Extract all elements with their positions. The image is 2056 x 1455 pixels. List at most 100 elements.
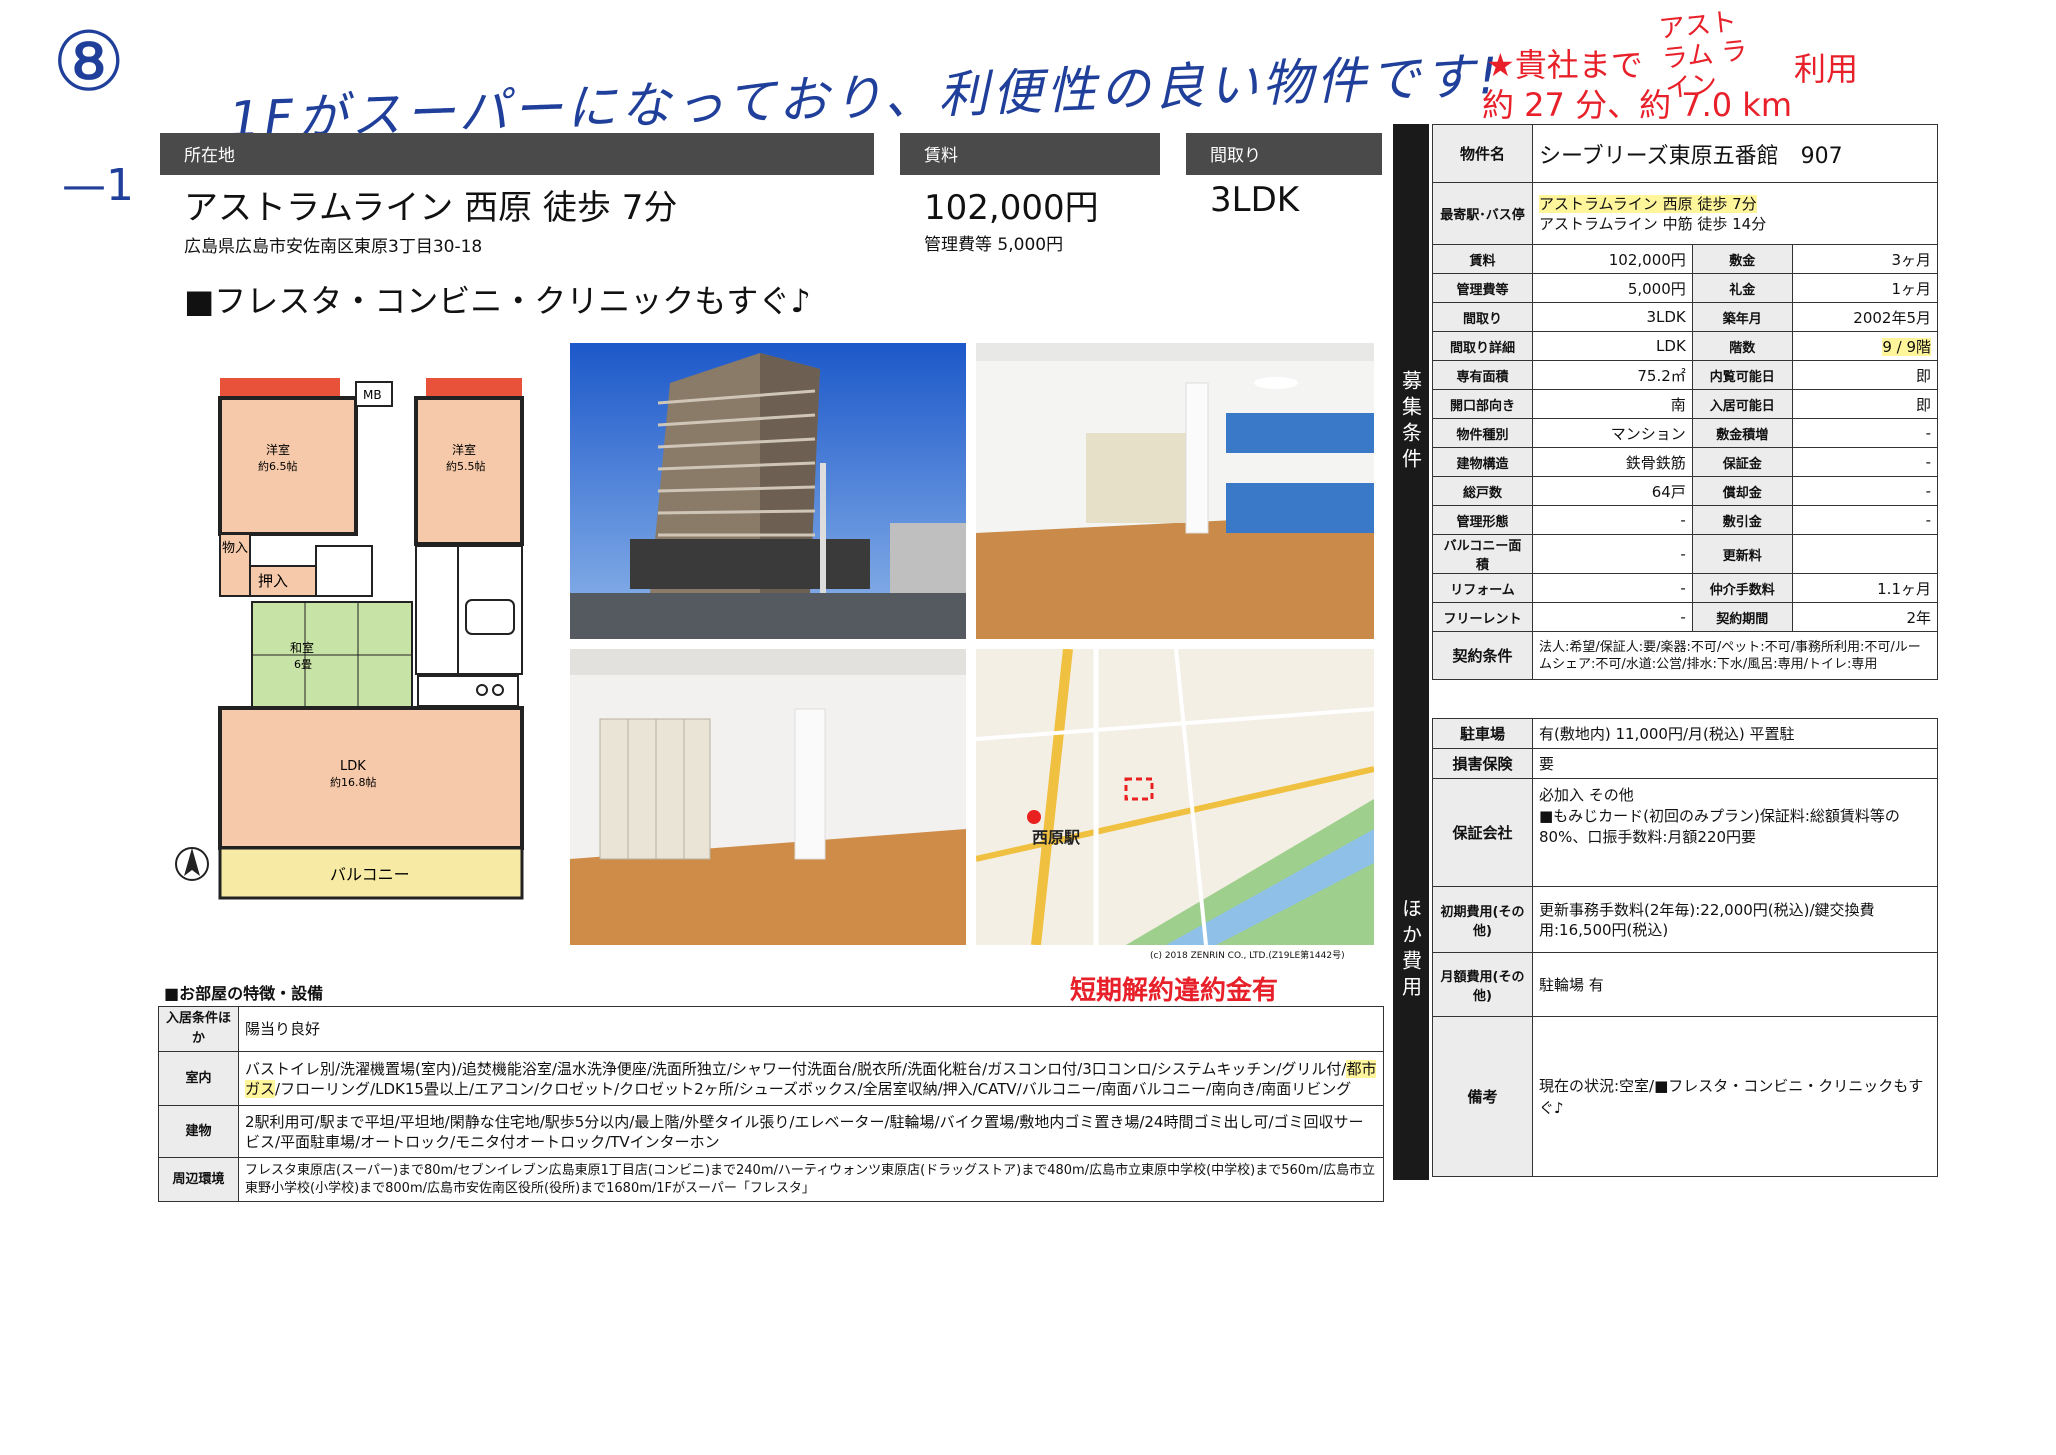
spec-label-left: 物件種別 — [1432, 418, 1533, 448]
layout-header: 間取り — [1186, 133, 1382, 175]
spec-label-left: 管理形態 — [1432, 505, 1533, 535]
spec-label-right: 償却金 — [1691, 476, 1793, 506]
spec-label-left: 賃料 — [1432, 244, 1533, 274]
short-term-penalty-note: 短期解約違約金有 — [1070, 976, 1279, 1006]
feature-label-building: 建物 — [158, 1105, 239, 1158]
parking: 有(敷地内) 11,000円/月(税込) 平置駐 — [1532, 718, 1938, 749]
spec-value-right: 2年 — [1791, 602, 1939, 632]
cost-table: 駐車場 有(敷地内) 11,000円/月(税込) 平置駐 損害保険要 保証会社 必加… — [1432, 718, 1938, 1177]
features-table: 入居条件ほか 陽当り良好 室内 バストイレ別/洗濯機置場(室内)/追焚機能浴室/温… — [158, 1006, 1384, 1202]
monthly-cost-label: 月額費用(その他) — [1432, 952, 1533, 1017]
spec-value-right: 即 — [1791, 389, 1939, 419]
guarantor-label: 保証会社 — [1432, 778, 1533, 887]
spec-row: 物件種別 マンション 敷金積増 - — [1432, 418, 1939, 448]
spec-value-right: 即 — [1791, 360, 1939, 390]
spec-value-left: 3LDK — [1532, 302, 1693, 332]
insurance: 要 — [1532, 748, 1938, 779]
map-station-label: 西原駅 — [1032, 828, 1081, 847]
spec-row: 賃料 102,000円 敷金 3ヶ月 — [1432, 244, 1939, 274]
feature-building: 2駅利用可/駅まで平坦/平坦地/閑静な住宅地/駅歩5分以内/最上階/外壁タイル張… — [238, 1105, 1384, 1158]
spec-label-right: 契約期間 — [1691, 602, 1793, 632]
spec-value-left: 75.2㎡ — [1532, 360, 1693, 390]
spec-row: 間取り 3LDK 築年月 2002年5月 — [1432, 302, 1939, 332]
spec-value-right: - — [1791, 476, 1939, 506]
washitsu-size: 6畳 — [294, 658, 312, 671]
spec-row: バルコニー面積 - 更新料 — [1432, 534, 1939, 574]
spec-label-right: 仲介手数料 — [1691, 573, 1793, 603]
side-label-other-costs: ほか費用 — [1393, 720, 1429, 1180]
mb-label: MB — [363, 388, 382, 402]
spec-value-right: - — [1791, 505, 1939, 535]
ldk-label: LDK — [340, 759, 366, 774]
spec-label-right: 築年月 — [1691, 302, 1793, 332]
compass-icon — [175, 847, 209, 881]
spec-value-left: - — [1532, 602, 1693, 632]
spec-label-right: 階数 — [1691, 331, 1793, 361]
spec-label-left: バルコニー面積 — [1432, 534, 1533, 574]
area-map: 西原駅 — [976, 649, 1374, 945]
feature-label-interior: 室内 — [158, 1051, 239, 1106]
spec-value-left: マンション — [1532, 418, 1693, 448]
features-title: ■お部屋の特徴・設備 — [164, 984, 324, 1003]
spec-row: フリーレント - 契約期間 2年 — [1432, 602, 1939, 632]
spec-label-left: 間取り — [1432, 302, 1533, 332]
spec-label-left: 管理費等 — [1432, 273, 1533, 303]
remarks-label: 備考 — [1432, 1016, 1533, 1177]
spec-value-right: 3ヶ月 — [1791, 244, 1939, 274]
spec-row: 管理費等 5,000円 礼金 1ヶ月 — [1432, 273, 1939, 303]
spec-label-right: 敷引金 — [1691, 505, 1793, 535]
spec-value-left: 5,000円 — [1532, 273, 1693, 303]
spec-row: 開口部向き南入居可能日即 — [1432, 389, 1939, 419]
spec-label-right: 更新料 — [1691, 534, 1793, 574]
feature-label-surroundings: 周辺環境 — [158, 1157, 239, 1202]
floor-value: 9 / 9階 — [1882, 337, 1931, 356]
property-name: シーブリーズ東原五番館 907 — [1532, 124, 1938, 183]
layout-type: 3LDK — [1210, 180, 1300, 220]
spec-value-right: 1.1ヶ月 — [1791, 573, 1939, 603]
room2-label: 洋室 — [452, 442, 476, 457]
contract-label: 契約条件 — [1432, 631, 1533, 680]
spec-value-left: 64戸 — [1532, 476, 1693, 506]
spec-label-left: 専有面積 — [1432, 360, 1533, 390]
insurance-label: 損害保険 — [1432, 748, 1533, 779]
spec-label-left: 開口部向き — [1432, 389, 1533, 419]
balcony-label: バルコニー — [330, 865, 410, 884]
spec-label-left: フリーレント — [1432, 602, 1533, 632]
initial-cost-label: 初期費用(その他) — [1432, 886, 1533, 953]
spec-row: 間取り詳細 LDK 階数 9 / 9階 — [1432, 331, 1939, 361]
property-name-label: 物件名 — [1432, 124, 1533, 183]
spec-value-right: - — [1791, 447, 1939, 477]
feature-surroundings: フレスタ東原店(スーパー)まで80m/セブンイレブン広島東原1丁目店(コンビニ)… — [238, 1157, 1384, 1202]
parking-label: 駐車場 — [1432, 718, 1533, 749]
spec-label-right: 礼金 — [1691, 273, 1793, 303]
spec-value-left: LDK — [1532, 331, 1693, 361]
spec-row: リフォーム - 仲介手数料 1.1ヶ月 — [1432, 573, 1939, 603]
storage-label: 物入 — [222, 541, 248, 556]
station-access: アストラムライン 西原 徒歩 7分 — [184, 188, 678, 228]
handwritten-circle-number: ⑧ — [52, 15, 126, 110]
location-header: 所在地 — [160, 133, 874, 175]
feature-conditions: 陽当り良好 — [238, 1006, 1384, 1052]
spec-value-left: - — [1532, 534, 1693, 574]
spec-label-left: 総戸数 — [1432, 476, 1533, 506]
remarks: 現在の状況:空室/■フレスタ・コンビニ・クリニックもすぐ♪ — [1532, 1016, 1938, 1177]
spec-label-left: 間取り詳細 — [1432, 331, 1533, 361]
spec-value-left: - — [1532, 573, 1693, 603]
spec-value-right: 1ヶ月 — [1791, 273, 1939, 303]
contract-conditions: 法人:希望/保証人:要/楽器:不可/ペット:不可/事務所利用:不可/ルームシェア… — [1532, 631, 1938, 680]
room1-size: 約6.5帖 — [258, 459, 298, 473]
spec-value-left: 102,000円 — [1532, 244, 1693, 274]
spec-table: 物件名 シーブリーズ東原五番館 907 最寄駅･バス停 アストラムライン 西原 … — [1432, 124, 1939, 680]
nearest-station-label: 最寄駅･バス停 — [1432, 182, 1533, 245]
rent-amount: 102,000円 — [924, 188, 1099, 228]
spec-label-right: 敷金 — [1691, 244, 1793, 274]
initial-cost: 更新事務手数料(2年毎):22,000円(税込)/鍵交換費用:16,500円(税… — [1532, 886, 1938, 953]
room1-label: 洋室 — [266, 442, 290, 457]
nearest-station-1: アストラムライン 西原 徒歩 7分 — [1539, 194, 1757, 213]
closet-label: 押入 — [258, 572, 288, 590]
side-label-recruit: 募集条件 — [1393, 124, 1429, 720]
spec-label-left: リフォーム — [1432, 573, 1533, 603]
guarantor: 必加入 その他 ■もみじカード(初回のみプラン)保証料:総額賃料等の80%、口振… — [1532, 778, 1938, 887]
ldk-size: 約16.8帖 — [330, 775, 377, 789]
room2-size: 約5.5帖 — [446, 459, 486, 473]
